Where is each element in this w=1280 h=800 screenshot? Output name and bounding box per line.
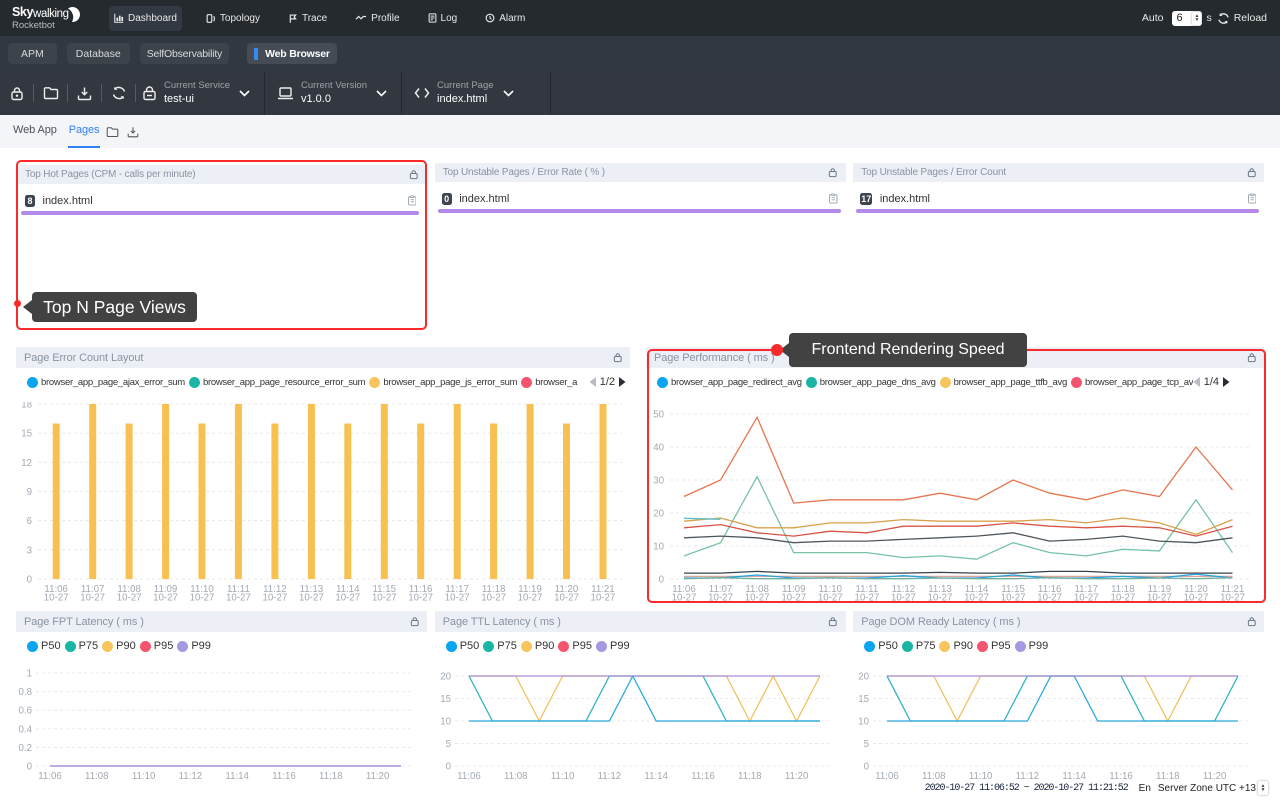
svg-text:10-27: 10-27 [591, 592, 616, 603]
svg-text:10: 10 [440, 717, 451, 728]
svg-text:5: 5 [445, 739, 450, 750]
svg-text:10-27: 10-27 [554, 592, 579, 603]
svg-text:18: 18 [21, 402, 32, 411]
svg-text:10-27: 10-27 [44, 592, 69, 603]
svg-text:10-27: 10-27 [372, 592, 397, 603]
svg-text:11:20: 11:20 [785, 771, 809, 782]
svg-text:6: 6 [27, 516, 32, 527]
svg-text:15: 15 [859, 694, 870, 705]
svg-text:10: 10 [859, 717, 870, 728]
svg-text:11:20: 11:20 [366, 771, 390, 782]
svg-text:0: 0 [445, 762, 451, 773]
svg-text:11:10: 11:10 [132, 771, 156, 782]
svg-text:10-27: 10-27 [335, 592, 360, 603]
svg-text:11:08: 11:08 [504, 771, 528, 782]
svg-text:11:14: 11:14 [225, 771, 249, 782]
svg-text:11:12: 11:12 [179, 771, 203, 782]
svg-text:0: 0 [27, 574, 33, 585]
svg-text:10-27: 10-27 [408, 592, 433, 603]
svg-text:0.6: 0.6 [19, 706, 32, 717]
svg-text:1: 1 [27, 669, 32, 680]
svg-text:11:12: 11:12 [597, 771, 621, 782]
svg-text:3: 3 [27, 545, 32, 556]
svg-text:10-27: 10-27 [80, 592, 105, 603]
svg-text:11:06: 11:06 [38, 771, 62, 782]
svg-text:15: 15 [440, 694, 451, 705]
svg-text:11:14: 11:14 [644, 771, 668, 782]
svg-text:20: 20 [440, 672, 451, 683]
svg-text:0.8: 0.8 [19, 687, 32, 698]
svg-text:0: 0 [27, 762, 33, 773]
svg-text:15: 15 [21, 428, 32, 439]
svg-text:10-27: 10-27 [445, 592, 470, 603]
svg-text:0: 0 [864, 762, 870, 773]
svg-text:5: 5 [864, 739, 869, 750]
svg-text:20: 20 [859, 672, 870, 683]
svg-text:10-27: 10-27 [190, 592, 215, 603]
svg-text:11:16: 11:16 [272, 771, 296, 782]
svg-text:10-27: 10-27 [226, 592, 251, 603]
svg-text:10-27: 10-27 [518, 592, 543, 603]
svg-text:11:16: 11:16 [691, 771, 715, 782]
svg-text:11:10: 11:10 [551, 771, 575, 782]
svg-text:0.4: 0.4 [19, 724, 33, 735]
svg-text:10-27: 10-27 [481, 592, 506, 603]
svg-text:11:18: 11:18 [319, 771, 343, 782]
svg-text:11:06: 11:06 [457, 771, 481, 782]
svg-text:10-27: 10-27 [117, 592, 142, 603]
svg-text:11:18: 11:18 [738, 771, 762, 782]
svg-text:12: 12 [21, 457, 32, 468]
svg-text:10-27: 10-27 [299, 592, 324, 603]
svg-text:9: 9 [27, 487, 32, 498]
svg-text:0.2: 0.2 [19, 743, 32, 754]
svg-text:11:06: 11:06 [876, 771, 900, 782]
svg-text:10-27: 10-27 [153, 592, 178, 603]
svg-text:10-27: 10-27 [263, 592, 288, 603]
svg-text:11:08: 11:08 [85, 771, 109, 782]
